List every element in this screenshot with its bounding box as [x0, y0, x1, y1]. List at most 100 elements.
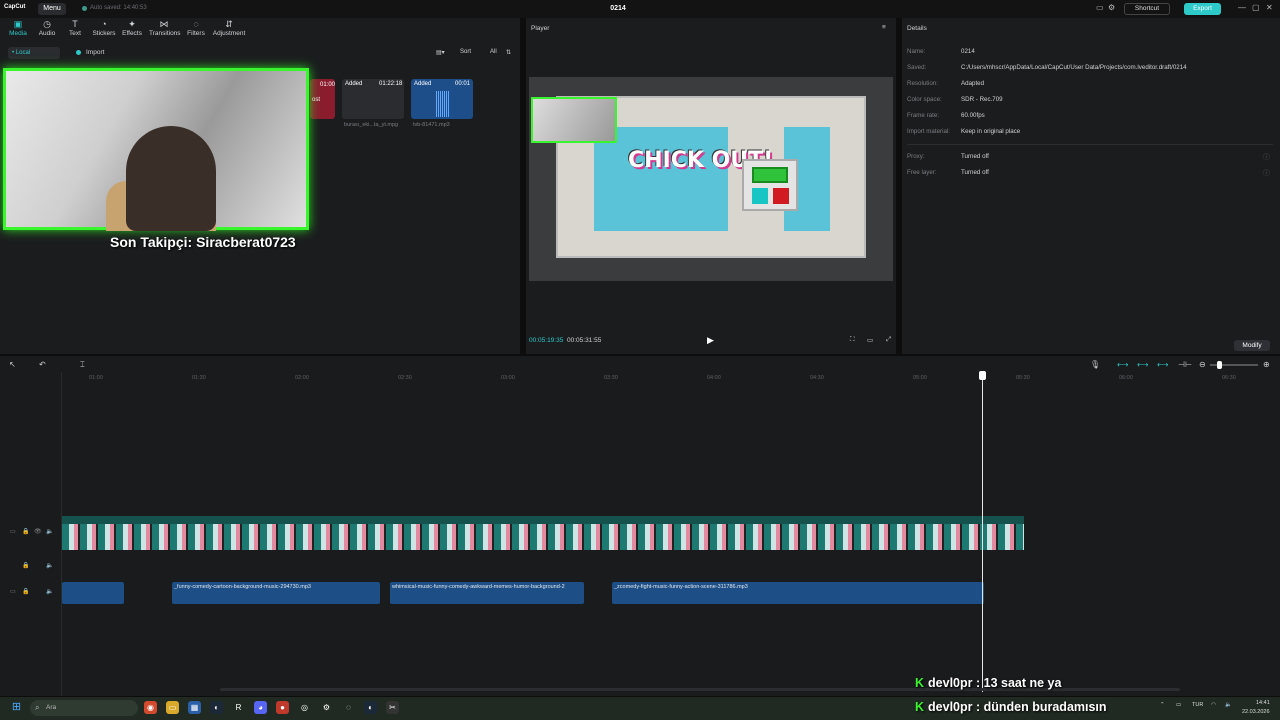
webcam-overlay	[3, 68, 309, 231]
clock-date[interactable]: 22.03.2026	[1242, 709, 1270, 715]
audio-icon: ◷	[43, 19, 51, 29]
zoom-out-icon[interactable]: ⊖	[1199, 360, 1206, 369]
edge-icon[interactable]: ◌	[342, 701, 355, 714]
import-button[interactable]: Import	[86, 49, 104, 56]
filters-icon: ◌	[193, 19, 199, 29]
undo-icon[interactable]: ↶	[39, 360, 46, 369]
wifi-icon[interactable]: ◠	[1211, 702, 1216, 708]
media-thumb-3[interactable]: Added 00:01	[411, 79, 473, 119]
sort-button[interactable]: Sort	[460, 49, 471, 55]
sidebar-item-local[interactable]: • Local	[8, 47, 60, 59]
tab-stickers[interactable]: ◔ Stickers	[89, 19, 119, 37]
volume-icon[interactable]: 🔈	[1225, 702, 1232, 708]
audio-clip[interactable]: whimsical-music-funny-comedy-awkward-mem…	[390, 582, 584, 604]
tab-transitions[interactable]: ⋈ Transitions	[149, 19, 181, 37]
media-icon: ▣	[13, 19, 23, 29]
detail-resolution: Resolution: Adapted	[907, 80, 985, 87]
minimize-icon[interactable]: —	[1238, 3, 1246, 12]
chrome-icon[interactable]: ◉	[144, 701, 157, 714]
ruler-tick: 05:00	[913, 375, 927, 381]
audio-clip[interactable]: _funny-comedy-cartoon-background-music-2…	[172, 582, 380, 604]
tab-text[interactable]: T Text	[60, 19, 90, 37]
split-icon[interactable]: ⌶	[80, 360, 85, 370]
detail-saved: Saved: C:/Users/mhscr/AppData/Local/CapCu…	[907, 64, 1187, 71]
track-lock-icon[interactable]: 🔒	[22, 562, 29, 569]
steam-icon[interactable]: ◐	[210, 701, 223, 714]
steam-app-icon[interactable]: ◐	[364, 701, 377, 714]
play-button[interactable]: ▶	[707, 335, 714, 346]
player-menu-icon[interactable]: ≡	[882, 24, 886, 31]
obs-icon[interactable]: ◎	[298, 701, 311, 714]
video-track[interactable]	[62, 516, 1024, 550]
language-indicator[interactable]: TUR	[1192, 702, 1203, 708]
ratio-icon[interactable]: ▭	[867, 336, 873, 344]
capcut-app-icon[interactable]: ✂	[386, 701, 399, 714]
tab-filters[interactable]: ◌ Filters	[181, 19, 211, 37]
audio-clip[interactable]: _zcomedy-fight-music-funny-action-scene-…	[612, 582, 984, 604]
tab-media[interactable]: ▣ Media	[3, 19, 33, 37]
game-play-block	[752, 167, 788, 183]
filter-icon[interactable]: ⇅	[506, 49, 511, 56]
media-thumb-1[interactable]: 01:00 ost	[310, 79, 335, 119]
settings-icon[interactable]: ⚙	[1108, 3, 1115, 12]
adjustment-icon: ⇵	[225, 19, 233, 29]
network-icon[interactable]: ▭	[1176, 702, 1181, 708]
link-icon[interactable]: ⟷	[1117, 360, 1128, 369]
fullscreen-icon[interactable]: ⤢	[886, 336, 891, 344]
rockstar-icon[interactable]: R	[232, 701, 245, 714]
app-icon[interactable]: ●	[276, 701, 289, 714]
magnet-icon[interactable]: ⟷	[1137, 360, 1148, 369]
track-mute-icon[interactable]: 🔈	[46, 528, 53, 535]
windows-start-icon[interactable]: ⊞	[10, 701, 23, 714]
close-icon[interactable]: ✕	[1266, 3, 1273, 12]
settings-app-icon[interactable]: ⚙	[320, 701, 333, 714]
menu-button[interactable]: Menu	[38, 3, 66, 15]
media-thumb-2[interactable]: Added 01:22:18	[342, 79, 404, 119]
snap-icon[interactable]: ⟷	[1157, 360, 1168, 369]
file-explorer-icon[interactable]: ▭	[166, 701, 179, 714]
modify-button[interactable]: Modify	[1234, 340, 1270, 351]
clock-time[interactable]: 14:41	[1256, 700, 1270, 706]
discord-icon[interactable]: ◕	[254, 701, 267, 714]
zoom-fit-icon[interactable]: ⊕	[1263, 360, 1270, 369]
taskbar-search[interactable]: ⌕ Ara	[30, 700, 138, 716]
info-icon[interactable]: ⓘ	[1263, 152, 1270, 162]
audio-clip[interactable]	[62, 582, 124, 604]
tab-audio[interactable]: ◷ Audio	[32, 19, 62, 37]
track-mute-icon[interactable]: 🔈	[46, 588, 53, 595]
details-title: Details	[907, 25, 927, 32]
track-visibility-icon[interactable]: 👁	[34, 528, 42, 535]
detail-frame-rate: Frame rate: 60.00fps	[907, 112, 985, 119]
select-tool-icon[interactable]: ↖	[9, 360, 16, 369]
layout-icon[interactable]: ▭	[1096, 3, 1104, 12]
player-title: Player	[531, 25, 550, 32]
microphone-icon[interactable]: 🎙	[1090, 360, 1100, 369]
track-lock-icon[interactable]: 🔒	[22, 588, 29, 595]
maximize-icon[interactable]: ▢	[1252, 3, 1260, 12]
preview-axis-icon[interactable]: ⊣⊢	[1178, 360, 1192, 369]
info-icon-2[interactable]: ⓘ	[1263, 168, 1270, 178]
fullscreen-crop-icon[interactable]: ⛶	[850, 336, 855, 344]
view-toggle-icon[interactable]: ▤▾	[436, 49, 445, 56]
track-mute-icon[interactable]: 🔈	[46, 562, 53, 569]
store-icon[interactable]: ▦	[188, 701, 201, 714]
playhead-handle[interactable]	[979, 371, 986, 380]
track-cover-icon[interactable]: ▭	[10, 588, 16, 595]
transitions-icon: ⋈	[159, 19, 169, 29]
waveform-icon	[436, 91, 450, 117]
zoom-slider-handle[interactable]	[1217, 361, 1222, 369]
webcam-subject	[126, 126, 216, 231]
app-logo: CapCut	[4, 4, 26, 10]
tray-expand-icon[interactable]: ⌃	[1160, 702, 1165, 708]
search-icon: ⌕	[35, 703, 40, 712]
filter-all-button[interactable]: All	[490, 49, 497, 55]
shortcut-button[interactable]: Shortcut	[1124, 3, 1170, 15]
playhead[interactable]	[982, 372, 983, 692]
tab-adjustment[interactable]: ⇵ Adjustment	[212, 19, 246, 37]
media-name-3: tvb-81471.mp3	[413, 122, 450, 128]
tab-effects[interactable]: ✦ Effects	[117, 19, 147, 37]
track-lock-icon[interactable]: 🔒	[22, 528, 29, 535]
track-cover-icon[interactable]: ▭	[10, 528, 16, 535]
ruler-tick: 06:00	[1119, 375, 1133, 381]
export-button[interactable]: Export	[1184, 3, 1221, 15]
